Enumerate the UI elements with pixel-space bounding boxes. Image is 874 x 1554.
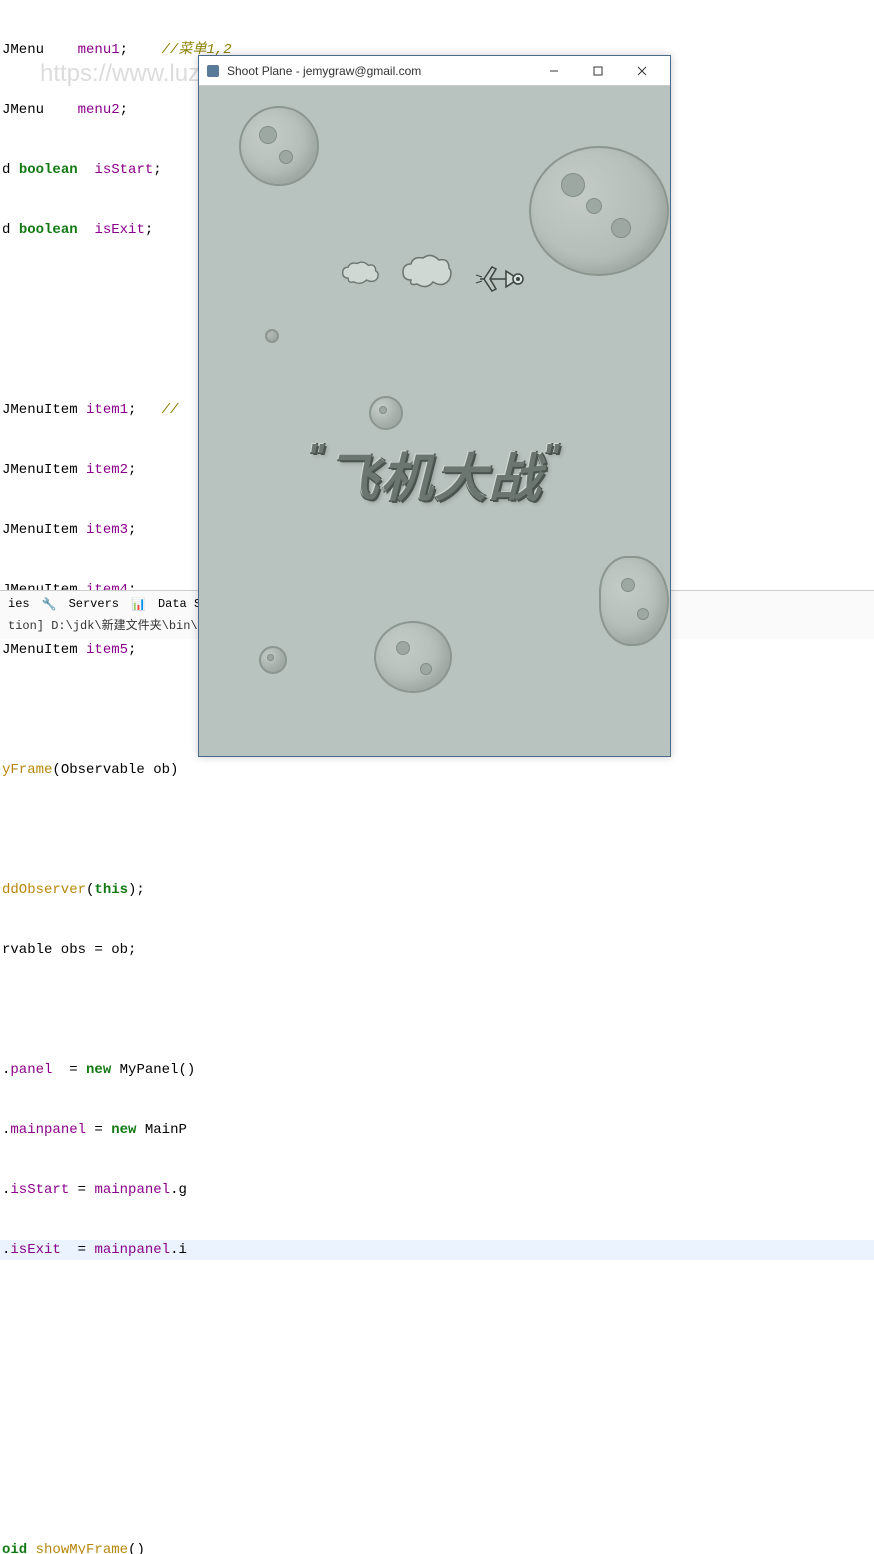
quote-right: "	[543, 436, 562, 477]
game-canvas[interactable]: "飞机大战"	[199, 86, 670, 756]
asteroid	[374, 621, 452, 693]
servers-icon: 🔧	[42, 597, 57, 612]
console-tab[interactable]: ies	[8, 597, 30, 612]
code-line	[0, 820, 874, 840]
code-line	[0, 1300, 874, 1320]
data-icon: 📊	[131, 597, 146, 612]
asteroid	[529, 146, 669, 276]
asteroid	[259, 646, 287, 674]
cloud-icon	[339, 258, 383, 288]
code-line-highlighted: .isExit = mainpanel.i	[0, 1240, 874, 1260]
asteroid	[265, 329, 279, 343]
code-line: yFrame(Observable ob)	[0, 760, 874, 780]
window-title: Shoot Plane - jemygraw@gmail.com	[227, 64, 532, 78]
code-line	[0, 1360, 874, 1380]
quote-left: "	[307, 436, 326, 477]
code-line: .mainpanel = new MainP	[0, 1120, 874, 1140]
console-tab-servers[interactable]: Servers	[69, 597, 119, 612]
cloud-icon	[399, 252, 455, 292]
titlebar[interactable]: Shoot Plane - jemygraw@gmail.com	[199, 56, 670, 86]
player-plane	[474, 261, 528, 297]
code-line	[0, 1420, 874, 1440]
asteroid	[369, 396, 403, 430]
code-line: rvable obs = ob;	[0, 940, 874, 960]
close-button[interactable]	[620, 57, 664, 85]
code-line: oid showMyFrame()	[0, 1540, 874, 1554]
code-line: .isStart = mainpanel.g	[0, 1180, 874, 1200]
code-line	[0, 1000, 874, 1020]
minimize-button[interactable]	[532, 57, 576, 85]
app-window: Shoot Plane - jemygraw@gmail.com	[198, 55, 671, 757]
app-icon	[205, 63, 221, 79]
code-line	[0, 1480, 874, 1500]
code-line: .panel = new MyPanel()	[0, 1060, 874, 1080]
maximize-button[interactable]	[576, 57, 620, 85]
asteroid	[599, 556, 669, 646]
asteroid	[239, 106, 319, 186]
game-title: "飞机大战"	[199, 436, 670, 511]
code-line: ddObserver(this);	[0, 880, 874, 900]
